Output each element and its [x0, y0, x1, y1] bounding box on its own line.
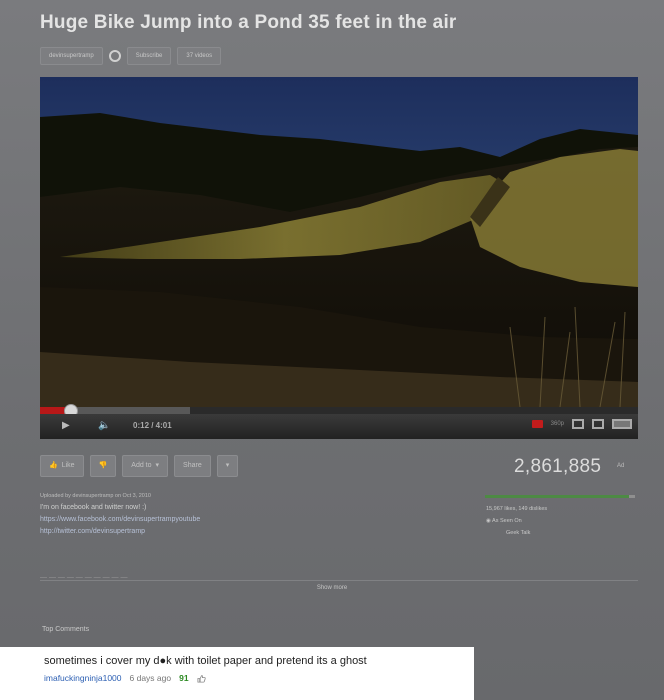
subscribe-icon[interactable]	[108, 50, 121, 62]
video-player[interactable]: ▶ 🔈 0:12 / 4:01 360p	[40, 77, 638, 439]
thumbs-up-icon[interactable]	[197, 674, 206, 683]
video-title: Huge Bike Jump into a Pond 35 feet in th…	[40, 12, 457, 33]
facebook-link[interactable]: https://www.facebook.com/devinsupertramp…	[40, 514, 200, 526]
add-to-label: Add to	[131, 462, 152, 469]
dislikes-portion	[629, 495, 635, 498]
comments-header: Top Comments	[42, 626, 90, 633]
geek-talk-link[interactable]: Geek Talk	[486, 527, 547, 539]
share-label: Share	[183, 462, 202, 469]
quality-button[interactable]: 360p	[551, 421, 564, 427]
add-to-button[interactable]: Add to ▾	[122, 455, 169, 477]
chevron-down-icon: ▾	[155, 462, 160, 469]
fullscreen-icon[interactable]	[612, 419, 632, 429]
youtube-logo-icon[interactable]	[531, 420, 543, 428]
comment-age: 6 days ago	[129, 673, 172, 683]
subscribe-button[interactable]: Subscribe	[126, 47, 172, 65]
likes-dislikes-text: 15,967 likes, 149 dislikes	[486, 506, 548, 512]
large-player-icon[interactable]	[592, 419, 604, 429]
show-more-button[interactable]: Show more	[0, 585, 664, 591]
popout-icon[interactable]	[572, 419, 584, 429]
time-display: 0:12 / 4:01	[133, 421, 172, 430]
comment-meta: imafuckingninja1000 6 days ago 91	[44, 673, 206, 683]
videos-count-dropdown[interactable]: 37 videos	[177, 47, 222, 65]
share-button[interactable]: Share	[174, 455, 211, 477]
likes-ratio-bar	[485, 495, 635, 498]
chevron-down-icon: ▾	[225, 462, 230, 469]
video-frame	[40, 77, 638, 407]
comment-like-count: 91	[179, 673, 189, 683]
channel-row: devinsupertramp Subscribe 37 videos	[40, 47, 222, 65]
twitter-link[interactable]: http://twitter.com/devinsupertramp	[40, 526, 200, 538]
player-controls: ▶ 🔈 0:12 / 4:01 360p	[40, 414, 638, 439]
youtube-watch-page: Huge Bike Jump into a Pond 35 feet in th…	[0, 0, 664, 700]
thumbs-up-icon: 👍	[49, 462, 58, 469]
upload-info: Uploaded by devinsupertramp on Oct 3, 20…	[40, 493, 151, 499]
dislike-button[interactable]: 👎	[89, 455, 117, 477]
video-actions: 👍 Like 👎 Add to ▾ Share ▾	[40, 455, 239, 477]
as-seen-on-link[interactable]: ◉ As Seen On	[486, 515, 547, 527]
truncated-description: — — — — — — — — — —	[40, 574, 128, 578]
volume-icon[interactable]: 🔈	[98, 420, 110, 431]
view-count: 2,861,885	[514, 456, 602, 477]
channel-name-button[interactable]: devinsupertramp	[40, 47, 103, 65]
stats-panel: 15,967 likes, 149 dislikes ◉ As Seen On …	[486, 503, 547, 539]
views-tag: Ad	[617, 463, 625, 469]
player-right-controls: 360p	[531, 419, 632, 429]
play-icon[interactable]: ▶	[62, 420, 70, 431]
more-actions-button[interactable]: ▾	[216, 455, 239, 477]
description-line: I'm on facebook and twitter now! :)	[40, 504, 147, 511]
thumbs-down-icon: 👎	[98, 462, 108, 469]
divider	[40, 580, 638, 581]
like-button[interactable]: 👍 Like	[40, 455, 84, 477]
eye-icon: ◉	[486, 518, 491, 524]
comment-text: sometimes i cover my d●k with toilet pap…	[44, 655, 367, 667]
like-label: Like	[61, 462, 75, 469]
comment-author-link[interactable]: imafuckingninja1000	[44, 673, 122, 683]
top-comment: sometimes i cover my d●k with toilet pap…	[0, 647, 474, 700]
video-description: Uploaded by devinsupertramp on Oct 3, 20…	[40, 490, 200, 538]
progress-bar[interactable]	[40, 404, 638, 418]
